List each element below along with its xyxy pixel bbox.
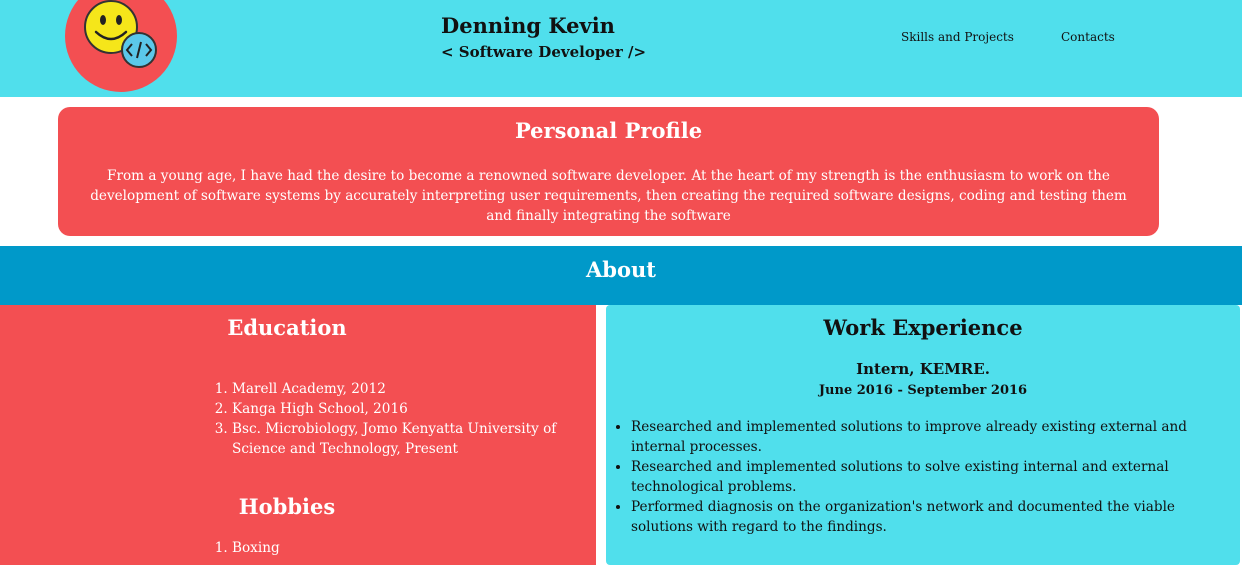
nav-skills-projects[interactable]: Skills and Projects (901, 30, 1014, 44)
personal-profile-card: Personal Profile From a young age, I hav… (58, 107, 1159, 236)
education-title: Education (227, 315, 347, 340)
education-panel: Education Marell Academy, 2012 Kanga Hig… (0, 305, 596, 565)
list-item: Bsc. Microbiology, Jomo Kenyatta Univers… (232, 419, 592, 459)
education-list: Marell Academy, 2012 Kanga High School, … (232, 379, 592, 459)
logo (65, 0, 177, 92)
profile-title: Personal Profile (514, 118, 703, 143)
nav-contacts[interactable]: Contacts (1061, 30, 1115, 44)
profile-text: From a young age, I have had the desire … (90, 168, 1127, 224)
job-title: Intern, KEMRE. (856, 360, 990, 378)
about-banner: About (0, 246, 1242, 305)
list-item: Kanga High School, 2016 (232, 399, 592, 419)
page-title: Denning Kevin (441, 13, 615, 38)
hobbies-title: Hobbies (238, 494, 336, 519)
site-header: Denning Kevin < Software Developer /> Sk… (0, 0, 1242, 97)
list-item: Marell Academy, 2012 (232, 379, 592, 399)
hobbies-list: Boxing (232, 538, 592, 558)
about-title: About (586, 257, 656, 282)
role-subtitle: < Software Developer /> (441, 43, 647, 61)
job-dates: June 2016 - September 2016 (818, 383, 1028, 398)
list-item: Researched and implemented solutions to … (631, 457, 1231, 497)
list-item: Researched and implemented solutions to … (631, 417, 1231, 457)
work-experience-panel: Work Experience Intern, KEMRE. June 2016… (606, 305, 1240, 565)
work-title: Work Experience (823, 315, 1023, 340)
list-item: Boxing (232, 538, 592, 558)
work-list: Researched and implemented solutions to … (631, 417, 1231, 537)
smiley-code-icon (84, 0, 157, 68)
list-item: Performed diagnosis on the organization'… (631, 497, 1231, 537)
